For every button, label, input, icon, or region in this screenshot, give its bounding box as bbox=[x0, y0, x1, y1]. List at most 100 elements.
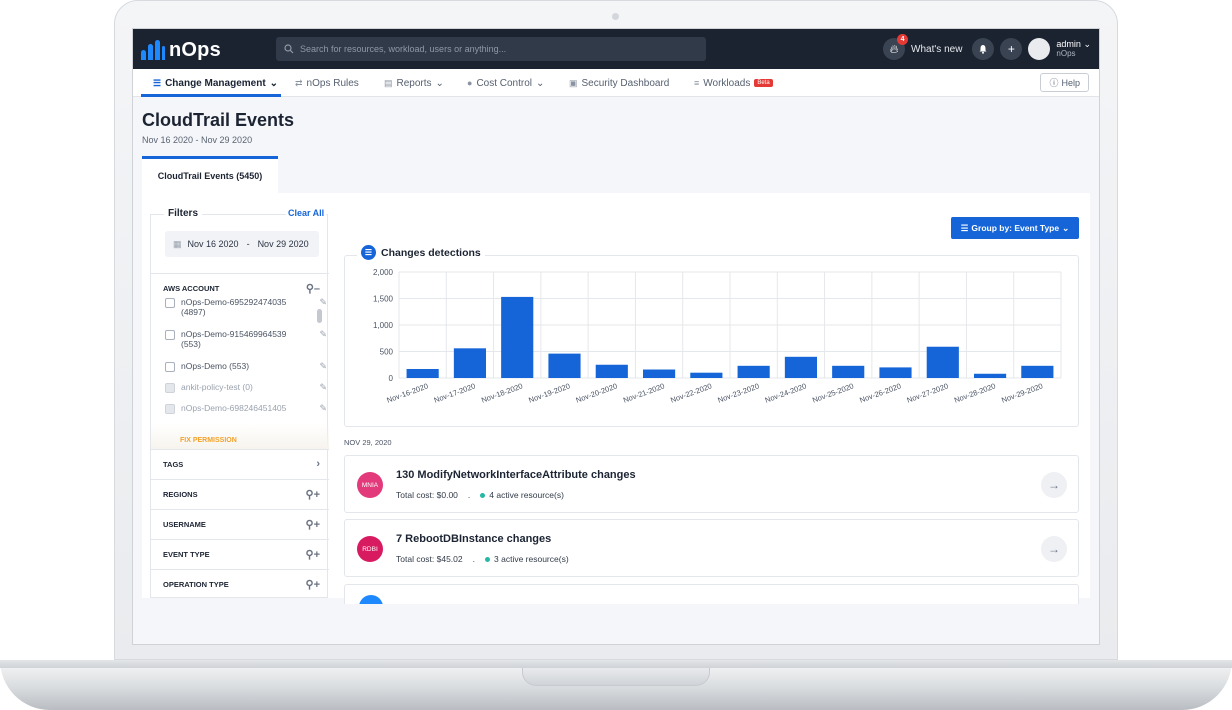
search-plus-icon[interactable]: ⚲+ bbox=[306, 488, 320, 501]
search-plus-icon[interactable]: ⚲+ bbox=[306, 578, 320, 591]
edit-icon[interactable]: ✎ bbox=[319, 361, 327, 372]
account-checkbox[interactable] bbox=[165, 298, 175, 308]
nav-label: Reports bbox=[396, 77, 432, 89]
nav-nops-rules[interactable]: ⇄ nOps Rules bbox=[295, 69, 359, 97]
nav-cost-control[interactable]: ● Cost Control ⌄ bbox=[467, 69, 544, 97]
clear-all-link[interactable]: Clear All bbox=[286, 208, 327, 218]
fix-permission-link[interactable]: FIX PERMISSION bbox=[180, 437, 237, 444]
chart-bar[interactable] bbox=[784, 356, 818, 378]
edit-icon[interactable]: ✎ bbox=[319, 297, 327, 308]
changes-bar-chart: 0 500 1,000 1,500 2,000 Nov-16-2020 Nov-17-202… bbox=[373, 268, 1062, 405]
avatar[interactable] bbox=[1028, 38, 1051, 60]
filter-operation-type[interactable]: OPERATION TYPE ⚲+ bbox=[151, 569, 329, 599]
fire-icon[interactable]: 🔥︎ 4 bbox=[883, 34, 909, 60]
y-tick-label: 1,000 bbox=[373, 321, 394, 330]
edit-icon[interactable]: ✎ bbox=[319, 382, 327, 393]
content-panel: Filters Clear All ▦ Nov 16 2020 - Nov 29… bbox=[142, 193, 1090, 604]
account-item[interactable]: ankit-policy-test (0) ✎ bbox=[165, 382, 327, 393]
x-tick-label: Nov-27-2020 bbox=[906, 381, 950, 404]
chart-bar[interactable] bbox=[879, 367, 912, 378]
x-tick-label: Nov-17-2020 bbox=[433, 381, 477, 404]
filter-regions[interactable]: REGIONS ⚲+ bbox=[151, 479, 329, 509]
search-plus-icon[interactable]: ⚲+ bbox=[306, 518, 320, 531]
chart-bar[interactable] bbox=[926, 346, 959, 378]
account-item[interactable]: nOps-Demo (553) ✎ bbox=[165, 361, 327, 372]
chart-bar[interactable] bbox=[973, 373, 1007, 378]
y-tick-label: 1,500 bbox=[373, 295, 394, 304]
chart-bar[interactable] bbox=[737, 365, 770, 378]
account-checkbox[interactable] bbox=[165, 383, 175, 393]
account-label: nOps-Demo-695292474035 (4897) bbox=[181, 297, 287, 317]
filter-event-type[interactable]: EVENT TYPE ⚲+ bbox=[151, 539, 329, 569]
account-item[interactable]: nOps-Demo-698246451405 ✎ bbox=[165, 403, 327, 414]
layers-icon: ☰ bbox=[153, 77, 162, 88]
x-tick-label: Nov-25-2020 bbox=[811, 381, 855, 404]
notification-count-badge: 4 bbox=[897, 34, 909, 45]
top-right-controls: 🔥︎ 4 What's new + admin ⌄ nOps bbox=[883, 34, 1091, 63]
x-tick-label: Nov-26-2020 bbox=[858, 381, 902, 404]
nav-reports[interactable]: ▤ Reports ⌄ bbox=[384, 69, 444, 97]
filter-username[interactable]: USERNAME ⚲+ bbox=[151, 509, 329, 539]
lock-icon: ▣ bbox=[569, 77, 578, 88]
edit-icon[interactable]: ✎ bbox=[319, 329, 327, 340]
event-title[interactable]: 7 RebootDBInstance changes bbox=[396, 533, 551, 545]
nav-security-dashboard[interactable]: ▣ Security Dashboard bbox=[569, 69, 669, 97]
date-range-picker[interactable]: ▦ Nov 16 2020 - Nov 29 2020 bbox=[165, 231, 319, 257]
account-label: nOps-Demo-698246451405 bbox=[181, 403, 287, 413]
chart-bar[interactable] bbox=[1021, 365, 1054, 378]
laptop-base-rim bbox=[0, 660, 1232, 668]
user-menu[interactable]: admin ⌄ nOps bbox=[1056, 39, 1091, 59]
plus-icon[interactable]: + bbox=[1000, 38, 1023, 60]
date-range: Nov 16 2020 - Nov 29 2020 bbox=[142, 135, 253, 145]
arrow-right-icon[interactable]: → bbox=[1041, 472, 1067, 498]
nav-workloads[interactable]: ≡ Workloads Beta bbox=[694, 69, 773, 97]
search-plus-icon[interactable]: ⚲+ bbox=[306, 548, 320, 561]
document-icon: ▤ bbox=[384, 77, 393, 88]
arrow-right-icon[interactable]: → bbox=[1041, 536, 1067, 562]
event-title[interactable]: 130 ModifyNetworkInterfaceAttribute chan… bbox=[396, 469, 636, 481]
chart-title: Changes detections bbox=[381, 246, 481, 259]
nops-logo[interactable]: nOps bbox=[141, 39, 221, 61]
filter-label: EVENT TYPE bbox=[163, 550, 210, 559]
search-input[interactable] bbox=[300, 44, 700, 54]
meta-separator: . bbox=[467, 490, 471, 500]
account-label: nOps-Demo (553) bbox=[181, 361, 250, 371]
x-tick-label: Nov-22-2020 bbox=[669, 381, 713, 404]
account-list-scrollbar[interactable] bbox=[317, 309, 322, 323]
whats-new-link[interactable]: What's new bbox=[911, 44, 962, 55]
chart-bar[interactable] bbox=[690, 372, 723, 378]
chart-bar[interactable] bbox=[595, 364, 628, 378]
account-item[interactable]: nOps-Demo-915469964539 (553) ✎ bbox=[165, 329, 327, 349]
event-card[interactable]: RDBI 7 RebootDBInstance changes Total co… bbox=[344, 519, 1079, 577]
chart-bar[interactable] bbox=[453, 348, 487, 378]
search-icon bbox=[284, 44, 294, 54]
layers-icon: ☰ bbox=[361, 245, 376, 260]
filter-label: TAGS bbox=[163, 460, 184, 469]
event-type-badge bbox=[359, 595, 383, 604]
account-item[interactable]: nOps-Demo-695292474035 (4897) ✎ bbox=[165, 297, 327, 317]
help-button[interactable]: ⓘ Help bbox=[1040, 73, 1089, 92]
x-tick-label: Nov-18-2020 bbox=[480, 381, 524, 404]
group-by-dropdown[interactable]: ☰ Group by: Event Type ⌄ bbox=[951, 217, 1079, 239]
x-tick-label: Nov-20-2020 bbox=[575, 381, 619, 404]
chart-bar[interactable] bbox=[406, 368, 439, 378]
chart-header: ☰ Changes detections bbox=[357, 245, 485, 260]
event-card-partial[interactable] bbox=[344, 584, 1079, 604]
account-checkbox[interactable] bbox=[165, 404, 175, 414]
chart-bar[interactable] bbox=[501, 296, 534, 378]
x-tick-label: Nov-29-2020 bbox=[1000, 381, 1044, 404]
nav-change-management[interactable]: ☰ Change Management ⌄ bbox=[153, 69, 278, 97]
global-search[interactable] bbox=[276, 37, 706, 61]
chart-bar[interactable] bbox=[548, 353, 581, 378]
chart-bar[interactable] bbox=[642, 369, 676, 378]
bell-icon[interactable] bbox=[972, 38, 995, 60]
nav-label: Security Dashboard bbox=[581, 77, 670, 89]
app-screen: nOps 🔥︎ 4 What's new + admin ⌄ nOps bbox=[132, 28, 1100, 645]
account-checkbox[interactable] bbox=[165, 362, 175, 372]
edit-icon[interactable]: ✎ bbox=[319, 403, 327, 414]
filter-tags[interactable]: TAGS › bbox=[151, 449, 329, 479]
tab-cloudtrail-events[interactable]: CloudTrail Events (5450) bbox=[142, 156, 278, 193]
account-checkbox[interactable] bbox=[165, 330, 175, 340]
chart-bar[interactable] bbox=[832, 365, 865, 378]
event-card[interactable]: MNIA 130 ModifyNetworkInterfaceAttribute… bbox=[344, 455, 1079, 513]
